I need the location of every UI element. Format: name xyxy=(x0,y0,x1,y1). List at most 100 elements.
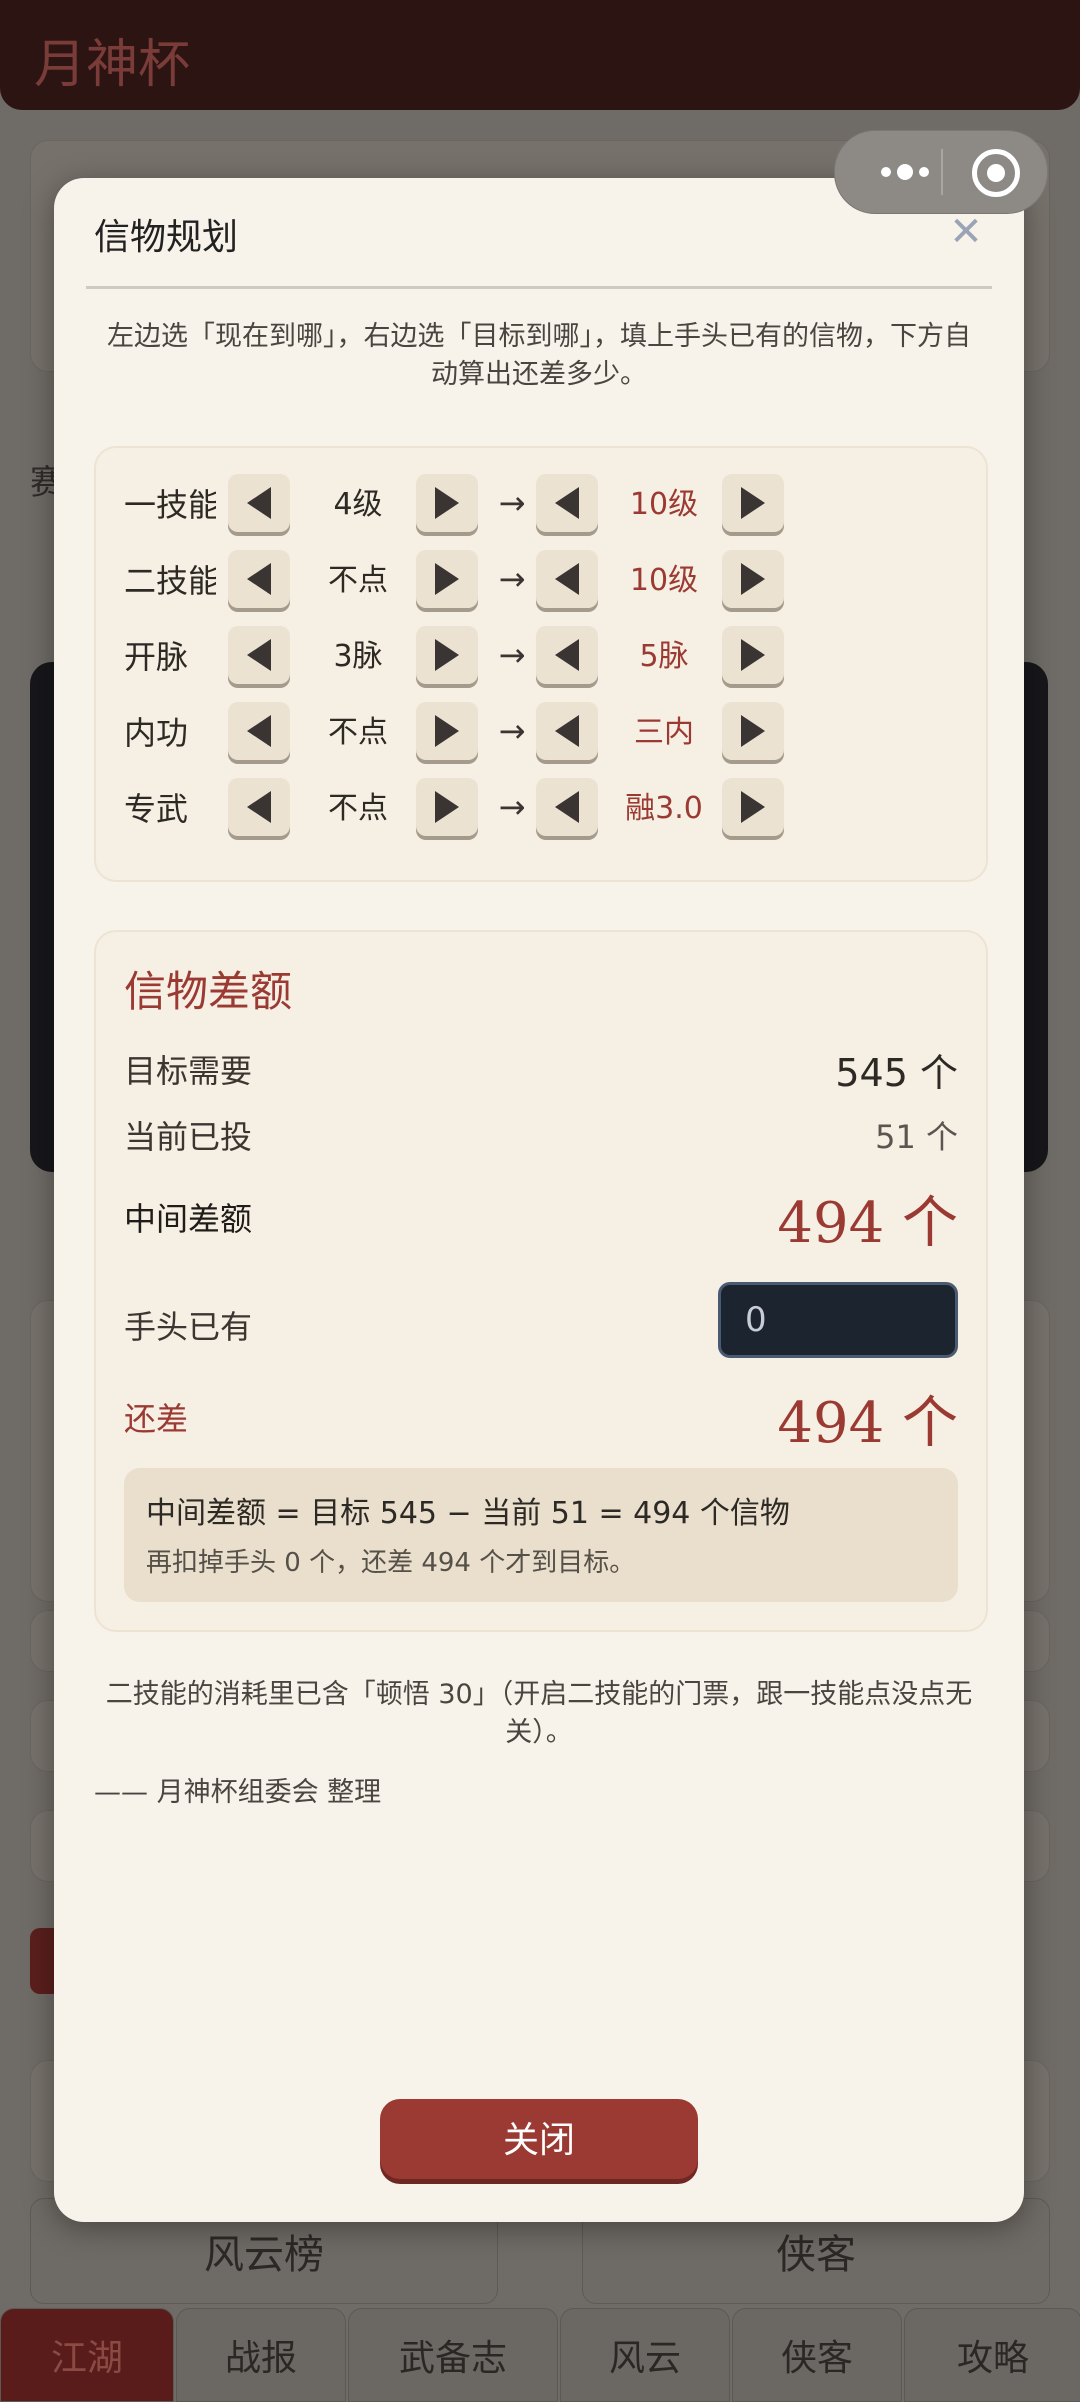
skill2-note: 二技能的消耗里已含「顿悟 30」（开启二技能的门票，跟一技能点没点无关）。 xyxy=(105,1679,973,1748)
arrow-left-icon xyxy=(555,639,579,671)
current-decrease-button[interactable] xyxy=(228,474,290,532)
remaining-row: 还差 494 个 xyxy=(124,1378,958,1456)
to-arrow: → xyxy=(498,484,526,522)
difference-title: 信物差额 xyxy=(124,967,293,1016)
tab-arsenal[interactable]: 武备志 xyxy=(348,2308,558,2402)
arrow-right-icon xyxy=(741,563,765,595)
arrow-left-icon xyxy=(247,639,271,671)
current-increase-button[interactable] xyxy=(416,626,478,684)
need-label: 目标需要 xyxy=(124,1052,253,1090)
selector-row-inner-art: 内功 不点 → 三内 xyxy=(96,698,986,768)
close-icon[interactable]: ✕ xyxy=(946,212,986,252)
selector-label: 内功 xyxy=(124,714,189,752)
to-arrow: → xyxy=(498,560,526,598)
selector-row-skill1: 一技能 4级 → 10级 xyxy=(96,470,986,540)
gap-row: 中间差额 494 个 xyxy=(124,1178,958,1256)
credit-text: —— 月神杯组委会 整理 xyxy=(94,1777,382,1808)
selector-label: 开脉 xyxy=(124,638,189,676)
difference-panel: 信物差额 目标需要 545 个 当前已投 51 个 中间差额 494 个 手头已… xyxy=(94,930,988,1632)
formula-box: 中间差额 = 目标 545 − 当前 51 = 494 个信物 再扣掉手头 0 … xyxy=(124,1468,958,1602)
arrow-left-icon xyxy=(555,563,579,595)
current-value: 不点 xyxy=(328,791,388,826)
current-increase-button[interactable] xyxy=(416,702,478,760)
current-decrease-button[interactable] xyxy=(228,778,290,836)
arrow-left-icon xyxy=(247,563,271,595)
target-value: 10级 xyxy=(629,487,699,522)
title-divider xyxy=(86,286,992,289)
target-value: 5脉 xyxy=(639,639,689,674)
current-increase-button[interactable] xyxy=(416,474,478,532)
target-increase-button[interactable] xyxy=(722,550,784,608)
selector-row-meridian: 开脉 3脉 → 5脉 xyxy=(96,622,986,692)
remaining-label: 还差 xyxy=(124,1400,189,1438)
arrow-left-icon xyxy=(247,791,271,823)
tab-guide[interactable]: 攻略 xyxy=(904,2308,1080,2402)
arrow-left-icon xyxy=(555,487,579,519)
current-value: 不点 xyxy=(328,563,388,598)
target-increase-button[interactable] xyxy=(722,778,784,836)
bottom-tab-bar: 江湖 战报 武备志 风云 侠客 攻略 xyxy=(0,2302,1080,2402)
intro-text: 左边选「现在到哪」，右边选「目标到哪」，填上手头已有的信物，下方自动算出还差多少… xyxy=(107,321,971,390)
selector-row-exclusive-weapon: 专武 不点 → 融3.0 xyxy=(96,774,986,844)
target-value: 融3.0 xyxy=(625,791,703,826)
current-decrease-button[interactable] xyxy=(228,626,290,684)
formula-main: 中间差额 = 目标 545 − 当前 51 = 494 个信物 xyxy=(146,1496,790,1531)
holding-input[interactable]: 0 xyxy=(718,1282,958,1358)
selector-label: 二技能 xyxy=(124,562,216,600)
more-dots-icon[interactable] xyxy=(865,156,945,188)
arrow-right-icon xyxy=(435,715,459,747)
target-decrease-button[interactable] xyxy=(536,550,598,608)
tab-battle-report[interactable]: 战报 xyxy=(176,2308,346,2402)
target-decrease-button[interactable] xyxy=(536,474,598,532)
target-decrease-button[interactable] xyxy=(536,626,598,684)
modal-title: 信物规划 xyxy=(94,217,239,258)
current-value: 3脉 xyxy=(333,639,383,674)
target-increase-button[interactable] xyxy=(722,702,784,760)
holding-label: 手头已有 xyxy=(124,1308,253,1346)
gap-value: 494 个 xyxy=(777,1191,958,1256)
current-decrease-button[interactable] xyxy=(228,550,290,608)
need-row: 目标需要 545 个 xyxy=(124,1042,958,1095)
selector-panel: 一技能 4级 → 10级 二技能 不点 → 10级 开脉 3脉 → 5脉 内功 … xyxy=(94,446,988,882)
selector-row-skill2: 二技能 不点 → 10级 xyxy=(96,546,986,616)
to-arrow: → xyxy=(498,636,526,674)
current-increase-button[interactable] xyxy=(416,778,478,836)
arrow-right-icon xyxy=(435,487,459,519)
invested-row: 当前已投 51 个 xyxy=(124,1110,958,1160)
arrow-left-icon xyxy=(247,715,271,747)
to-arrow: → xyxy=(498,712,526,750)
holding-row: 手头已有 0 xyxy=(124,1282,958,1362)
target-decrease-button[interactable] xyxy=(536,778,598,836)
arrow-left-icon xyxy=(555,791,579,823)
selector-label: 专武 xyxy=(124,790,189,828)
target-icon[interactable] xyxy=(972,149,1020,197)
tab-jianghu[interactable]: 江湖 xyxy=(0,2308,174,2402)
arrow-right-icon xyxy=(435,563,459,595)
target-value: 三内 xyxy=(634,715,694,750)
need-value: 545 个 xyxy=(835,1051,958,1095)
arrow-right-icon xyxy=(741,791,765,823)
token-planner-modal: 信物规划 ✕ 左边选「现在到哪」，右边选「目标到哪」，填上手头已有的信物，下方自… xyxy=(54,178,1024,2222)
tab-fengyun[interactable]: 风云 xyxy=(560,2308,730,2402)
target-increase-button[interactable] xyxy=(722,474,784,532)
app-header: 月神杯 xyxy=(0,0,1080,110)
selector-label: 一技能 xyxy=(124,486,216,524)
target-decrease-button[interactable] xyxy=(536,702,598,760)
to-arrow: → xyxy=(498,788,526,826)
current-decrease-button[interactable] xyxy=(228,702,290,760)
remaining-value: 494 个 xyxy=(777,1391,958,1456)
target-increase-button[interactable] xyxy=(722,626,784,684)
capsule-divider xyxy=(941,149,943,195)
gap-label: 中间差额 xyxy=(124,1200,253,1238)
arrow-right-icon xyxy=(741,715,765,747)
current-increase-button[interactable] xyxy=(416,550,478,608)
target-value: 10级 xyxy=(629,563,699,598)
current-value: 不点 xyxy=(328,715,388,750)
arrow-right-icon xyxy=(741,487,765,519)
close-button[interactable]: 关闭 xyxy=(380,2099,698,2179)
current-value: 4级 xyxy=(333,487,383,522)
app-title: 月神杯 xyxy=(34,35,191,95)
arrow-right-icon xyxy=(741,639,765,671)
tab-heroes[interactable]: 侠客 xyxy=(732,2308,902,2402)
arrow-left-icon xyxy=(247,487,271,519)
